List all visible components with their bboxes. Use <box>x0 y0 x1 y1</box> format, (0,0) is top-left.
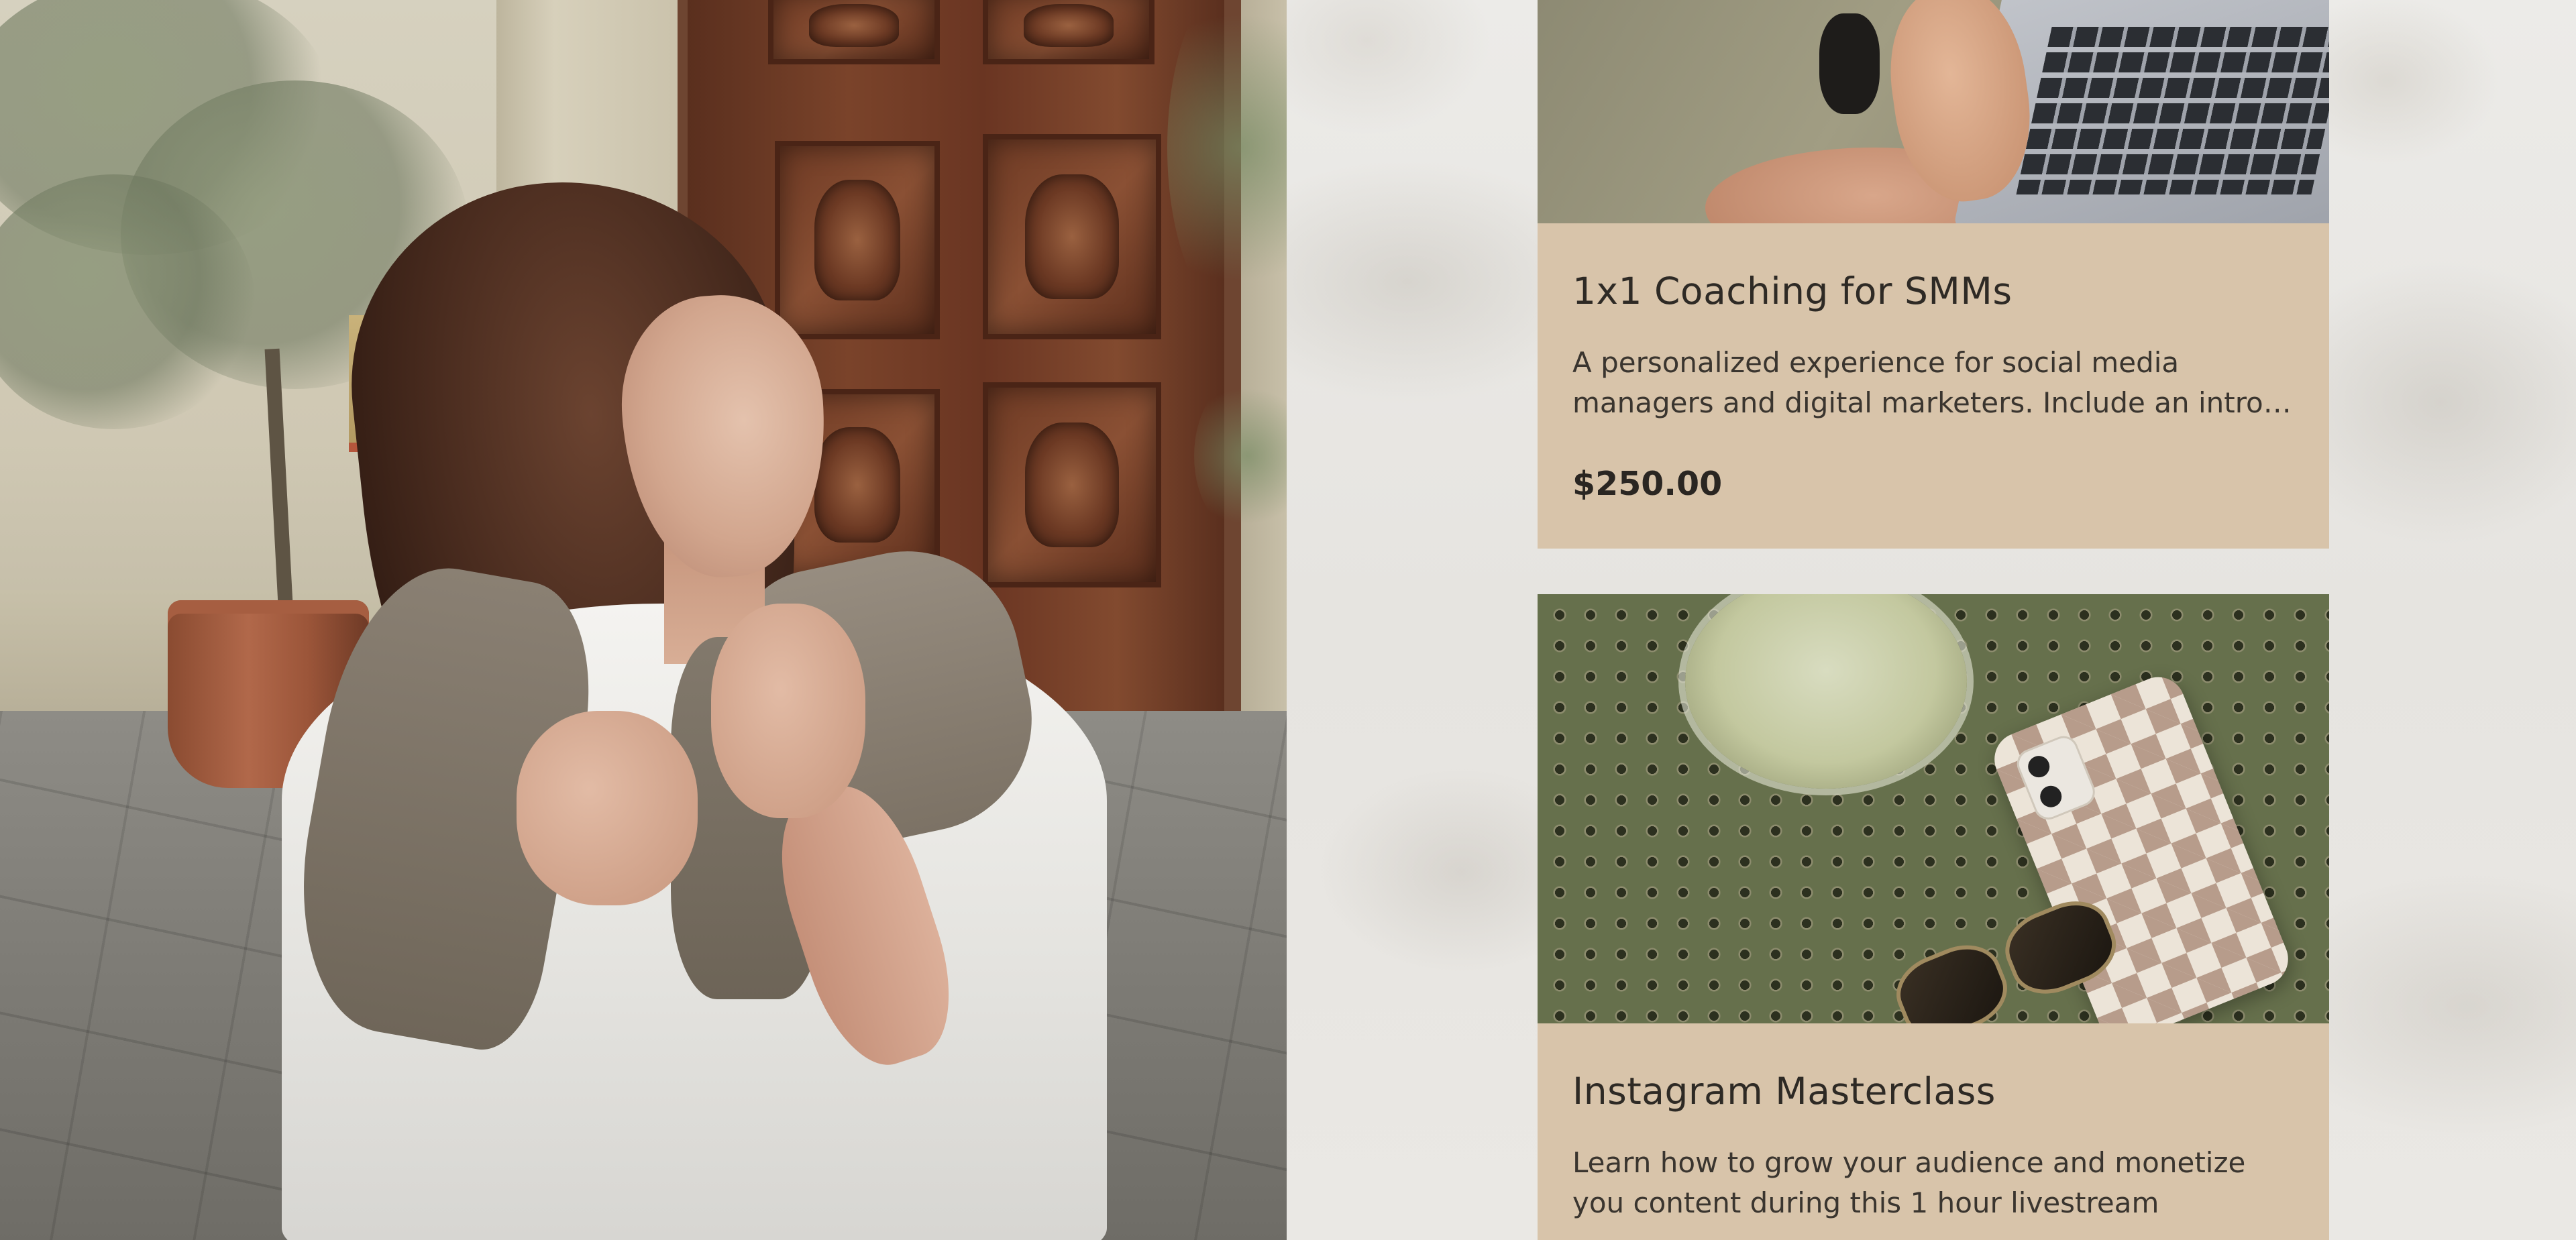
product-title[interactable]: 1x1 Coaching for SMMs <box>1572 269 2294 313</box>
card-body: 1x1 Coaching for SMMs A personalized exp… <box>1538 223 2329 503</box>
door-panel <box>983 382 1161 587</box>
shoe <box>1819 13 1880 114</box>
card-body: Instagram Masterclass Learn how to grow … <box>1538 1023 2329 1223</box>
door-panel <box>768 0 940 64</box>
product-card-coaching[interactable]: 1x1 Coaching for SMMs A personalized exp… <box>1538 0 2329 549</box>
door-panel <box>775 141 940 339</box>
product-price: $250.00 <box>1572 465 1723 503</box>
door-panel <box>983 134 1161 339</box>
product-image <box>1538 0 2329 223</box>
product-card-masterclass[interactable]: Instagram Masterclass Learn how to grow … <box>1538 594 2329 1240</box>
product-description: Learn how to grow your audience and mone… <box>1572 1146 2246 1219</box>
keyboard <box>2016 27 2329 194</box>
page: 1x1 Coaching for SMMs A personalized exp… <box>0 0 2576 1240</box>
hand <box>517 711 698 905</box>
camera-icon <box>2012 732 2100 824</box>
product-image <box>1538 594 2329 1023</box>
hero-photo <box>0 0 1287 1240</box>
door-panel <box>983 0 1155 64</box>
product-title[interactable]: Instagram Masterclass <box>1572 1069 2294 1113</box>
hand <box>711 604 865 818</box>
product-description: A personalized experience for social med… <box>1572 346 2263 419</box>
